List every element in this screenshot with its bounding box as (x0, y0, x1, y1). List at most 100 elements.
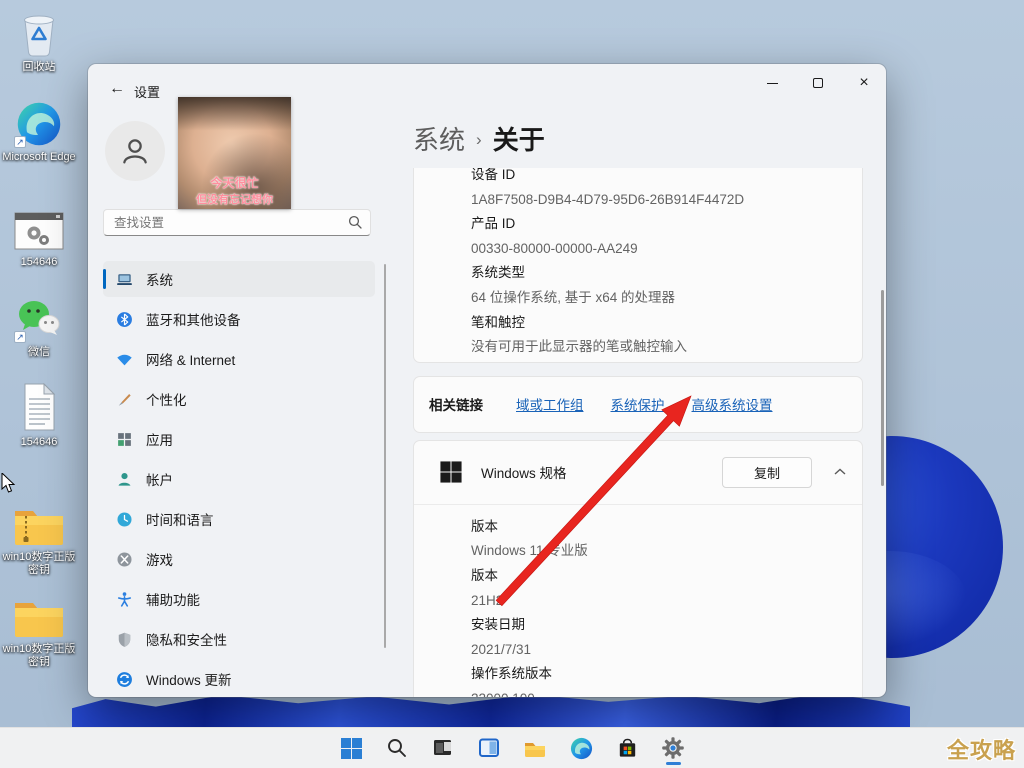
wallpaper-bloom-band (72, 693, 910, 727)
sidebar-item-accessibility[interactable]: 辅助功能 (103, 581, 375, 617)
minimize-icon (766, 82, 778, 84)
apps-grid-icon (118, 432, 131, 446)
close-button[interactable]: × (844, 68, 884, 98)
breadcrumb-parent[interactable]: 系统 (413, 120, 465, 157)
settings-sidebar: 系统 蓝牙和其他设备 网络 & Internet 个性化 应用 帐户 时间和语言… (103, 261, 375, 697)
scroll-region: 设备 ID 1A8F7508-D9B4-4D79-95D6-26B914F447… (413, 168, 865, 697)
sidebar-item-network[interactable]: 网络 & Internet (103, 341, 375, 377)
update-icon (117, 671, 132, 687)
store-button[interactable] (609, 731, 646, 766)
spec-value: 1A8F7508-D9B4-4D79-95D6-26B914F4472D (471, 191, 745, 207)
edge-icon: ↗ (0, 98, 78, 148)
minimize-button[interactable] (752, 68, 792, 98)
desktop-icon-document-154646[interactable]: 154646 (0, 382, 78, 449)
desktop-icon-label: win10数字正版密钥 (2, 643, 76, 668)
sidebar-item-accounts[interactable]: 帐户 (103, 461, 375, 497)
sidebar-scrollbar[interactable] (384, 264, 386, 648)
window-title: 设置 (134, 85, 161, 100)
edge-button[interactable] (563, 731, 600, 766)
wifi-icon (117, 354, 132, 365)
windows-specs-card: Windows 规格 复制 版本 Windows 11 专业版 版本 21H2 … (413, 439, 863, 697)
desktop-icon-label: 154646 (20, 436, 58, 448)
spec-value: 64 位操作系统, 基于 x64 的处理器 (471, 289, 676, 305)
sidebar-item-windows-update[interactable]: Windows 更新 (103, 661, 375, 697)
related-links-card: 相关链接 域或工作组 系统保护 高级系统设置 (413, 375, 863, 433)
desktop-icon-edge[interactable]: ↗ Microsoft Edge (0, 98, 78, 164)
widgets-button[interactable] (471, 731, 508, 766)
folder-icon (0, 590, 78, 640)
breadcrumb: 系统 › 关于 (413, 120, 545, 157)
document-icon (0, 382, 78, 433)
recycle-bin-icon (0, 8, 78, 58)
link-advanced-system-settings[interactable]: 高级系统设置 (692, 394, 773, 414)
spec-label: 系统类型 (471, 265, 525, 281)
bluetooth-icon (117, 311, 132, 327)
spec-label: 版本 (471, 518, 498, 534)
settings-button[interactable] (655, 731, 692, 766)
desktop-icon-installer-154646[interactable]: 154646 (0, 203, 78, 269)
settings-search (103, 209, 371, 236)
spec-value: 没有可用于此显示器的笔或触控输入 (471, 339, 687, 355)
user-avatar[interactable] (105, 121, 165, 181)
spec-label: 版本 (471, 567, 498, 583)
spec-value: Windows 11 专业版 (471, 543, 588, 559)
account-person-icon (118, 472, 131, 486)
spec-label: 产品 ID (471, 216, 516, 232)
search-input[interactable] (103, 209, 371, 236)
breadcrumb-separator-icon: › (476, 130, 482, 149)
sidebar-item-label: 帐户 (146, 473, 173, 488)
search-icon (348, 215, 362, 229)
shield-icon (118, 632, 131, 647)
sidebar-item-label: 蓝牙和其他设备 (146, 313, 241, 328)
maximize-icon (813, 78, 823, 88)
desktop-icon-folder[interactable]: win10数字正版密钥 (0, 590, 78, 669)
sidebar-item-label: 辅助功能 (146, 593, 200, 608)
sidebar-item-label: 游戏 (146, 553, 173, 568)
maximize-button[interactable] (798, 68, 838, 98)
back-button[interactable]: ← (104, 78, 130, 100)
device-specs-card: 设备 ID 1A8F7508-D9B4-4D79-95D6-26B914F447… (413, 168, 863, 363)
widgets-icon (479, 738, 499, 757)
system-icon (117, 273, 132, 285)
clock-icon (117, 511, 132, 527)
sidebar-item-privacy[interactable]: 隐私和安全性 (103, 621, 375, 657)
search-button[interactable] (379, 731, 416, 766)
file-explorer-button[interactable] (517, 731, 554, 766)
desktop-icon-wechat[interactable]: ↗ 微信 (0, 293, 78, 359)
sidebar-item-gaming[interactable]: 游戏 (103, 541, 375, 577)
desktop-icon-zip-folder[interactable]: win10数字正版密钥 (0, 498, 78, 577)
link-system-protection[interactable]: 系统保护 (611, 394, 665, 414)
related-links-title: 相关链接 (429, 398, 483, 414)
xbox-icon (117, 551, 132, 567)
zip-folder-icon (0, 498, 78, 548)
sidebar-item-label: 系统 (146, 273, 173, 288)
mouse-cursor (1, 473, 16, 493)
link-domain-or-workgroup[interactable]: 域或工作组 (516, 394, 584, 414)
spec-label: 安装日期 (471, 617, 525, 633)
task-view-button[interactable] (425, 731, 462, 766)
settings-window: ← 设置 × 今天很忙 但没有忘记想你 查找设置 系统 蓝牙和其他设备 网络 &… (88, 64, 886, 697)
accessibility-person-icon (117, 591, 132, 607)
sidebar-item-personalization[interactable]: 个性化 (103, 381, 375, 417)
sidebar-item-apps[interactable]: 应用 (103, 421, 375, 457)
sidebar-item-time-language[interactable]: 时间和语言 (103, 501, 375, 537)
windows-start-icon (340, 737, 362, 759)
spec-label: 设备 ID (471, 168, 516, 182)
content-scrollbar[interactable] (881, 290, 884, 486)
desktop-icon-label: 微信 (28, 346, 50, 358)
meme-photo-overlay: 今天很忙 但没有忘记想你 (178, 97, 291, 209)
watermark-text: 全攻略 (946, 738, 1016, 763)
selected-accent-bar (103, 269, 106, 289)
sidebar-item-system[interactable]: 系统 (103, 261, 375, 297)
spec-label: 笔和触控 (471, 314, 525, 330)
desktop-icon-label: win10数字正版密钥 (2, 551, 76, 576)
sidebar-item-bluetooth[interactable]: 蓝牙和其他设备 (103, 301, 375, 337)
start-button[interactable] (333, 731, 370, 766)
window-controls: × (752, 68, 884, 98)
microsoft-store-icon (619, 738, 635, 757)
chevron-up-icon[interactable] (834, 468, 846, 476)
brush-icon (118, 393, 131, 406)
copy-button[interactable]: 复制 (722, 456, 812, 488)
windows-specs-header[interactable]: Windows 规格 复制 (414, 441, 862, 505)
desktop-icon-recycle-bin[interactable]: 回收站 (0, 8, 78, 74)
